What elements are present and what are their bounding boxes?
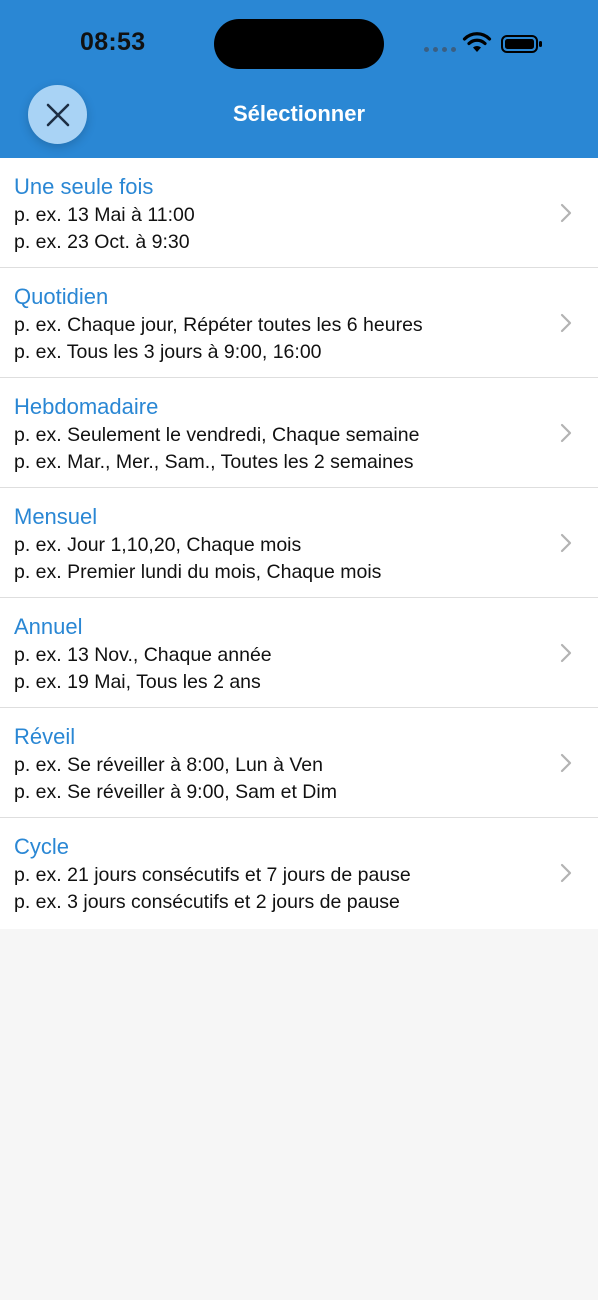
option-monthly[interactable]: Mensuel p. ex. Jour 1,10,20, Chaque mois… [0, 488, 598, 598]
dynamic-island [214, 19, 384, 69]
option-cycle[interactable]: Cycle p. ex. 21 jours consécutifs et 7 j… [0, 818, 598, 929]
option-example: p. ex. Mar., Mer., Sam., Toutes les 2 se… [14, 451, 414, 473]
option-example: p. ex. 21 jours consécutifs et 7 jours d… [14, 864, 411, 886]
chevron-right-icon [560, 423, 572, 443]
option-yearly[interactable]: Annuel p. ex. 13 Nov., Chaque année p. e… [0, 598, 598, 708]
option-example: p. ex. Se réveiller à 9:00, Sam et Dim [14, 781, 337, 803]
chevron-right-icon [560, 753, 572, 773]
page-title: Sélectionner [232, 101, 366, 126]
option-example: p. ex. 13 Nov., Chaque année [14, 644, 272, 666]
option-example: p. ex. Chaque jour, Répéter toutes les 6… [14, 314, 423, 336]
option-title: Quotidien [14, 284, 109, 309]
option-example: p. ex. Se réveiller à 8:00, Lun à Ven [14, 754, 323, 776]
option-title: Une seule fois [14, 174, 154, 199]
option-daily[interactable]: Quotidien p. ex. Chaque jour, Répéter to… [0, 268, 598, 378]
option-wake-up[interactable]: Réveil p. ex. Se réveiller à 8:00, Lun à… [0, 708, 598, 818]
app-header: 08:53 Sélectionner [0, 0, 598, 158]
chevron-right-icon [560, 643, 572, 663]
option-weekly[interactable]: Hebdomadaire p. ex. Seulement le vendred… [0, 378, 598, 488]
option-title: Cycle [14, 834, 70, 859]
wifi-icon [462, 32, 492, 52]
battery-icon [501, 35, 542, 53]
option-example: p. ex. 3 jours consécutifs et 2 jours de… [14, 891, 400, 913]
chevron-right-icon [560, 533, 572, 553]
option-title: Mensuel [14, 504, 98, 529]
option-example: p. ex. Tous les 3 jours à 9:00, 16:00 [14, 341, 322, 363]
option-example: p. ex. Jour 1,10,20, Chaque mois [14, 534, 302, 556]
chevron-right-icon [560, 203, 572, 223]
option-example: p. ex. 23 Oct. à 9:30 [14, 231, 190, 253]
chevron-right-icon [560, 313, 572, 333]
option-title: Annuel [14, 614, 83, 639]
chevron-right-icon [560, 863, 572, 883]
option-example: p. ex. Seulement le vendredi, Chaque sem… [14, 424, 420, 446]
option-example: p. ex. 13 Mai à 11:00 [14, 204, 195, 226]
frequency-options-list: Une seule fois p. ex. 13 Mai à 11:00 p. … [0, 158, 598, 929]
option-example: p. ex. 19 Mai, Tous les 2 ans [14, 671, 261, 693]
option-title: Réveil [14, 724, 76, 749]
cellular-signal-icon [424, 47, 456, 53]
option-example: p. ex. Premier lundi du mois, Chaque moi… [14, 561, 382, 583]
option-title: Hebdomadaire [14, 394, 159, 419]
status-bar-time: 08:53 [80, 28, 146, 56]
option-once[interactable]: Une seule fois p. ex. 13 Mai à 11:00 p. … [0, 158, 598, 268]
